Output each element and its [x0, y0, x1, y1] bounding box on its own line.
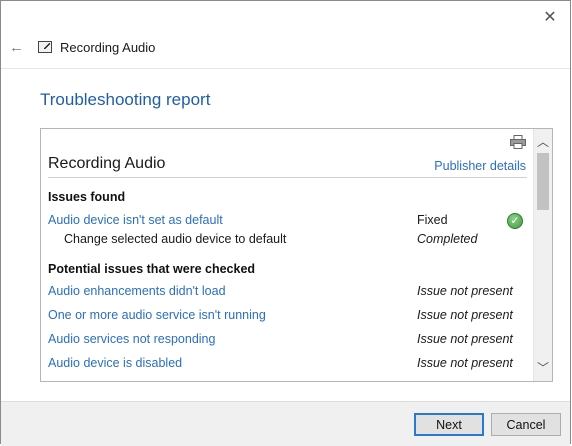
checked-issue-status: Issue not present [417, 284, 513, 298]
checked-issue-status: Issue not present [417, 356, 513, 370]
next-button[interactable]: Next [414, 413, 484, 436]
checked-issue-status: Issue not present [417, 308, 513, 322]
report-panel: Recording Audio Publisher details Issues… [40, 128, 553, 382]
page-title: Troubleshooting report [40, 90, 211, 109]
issue-action-label: Change selected audio device to default [64, 232, 287, 246]
checked-issue-link[interactable]: Audio services not responding [48, 332, 215, 346]
publisher-details-link[interactable]: Publisher details [434, 159, 526, 173]
header-divider [1, 68, 570, 69]
printer-icon[interactable] [510, 135, 526, 149]
issue-link[interactable]: Audio device isn't set as default [48, 213, 223, 227]
checked-issue-status: Issue not present [417, 332, 513, 346]
checked-issue-link[interactable]: Audio device is disabled [48, 356, 182, 370]
troubleshooter-window: ✕ ← Recording Audio Troubleshooting repo… [0, 0, 571, 446]
issue-status: Fixed [417, 213, 448, 227]
issues-found-title: Issues found [48, 190, 126, 204]
heading-divider [48, 177, 527, 178]
vertical-scrollbar[interactable]: ︿ ﹀ [533, 129, 552, 381]
close-icon[interactable]: ✕ [540, 7, 560, 27]
chevron-up-icon[interactable]: ︿ [534, 133, 552, 151]
window-title: Recording Audio [60, 40, 156, 55]
checked-issue-link[interactable]: One or more audio service isn't running [48, 308, 266, 322]
troubleshooter-app-icon [38, 41, 52, 53]
checked-issues-title: Potential issues that were checked [48, 262, 256, 276]
chevron-down-icon[interactable]: ﹀ [534, 359, 552, 377]
issue-action-status: Completed [417, 232, 478, 246]
back-arrow-icon[interactable]: ← [9, 39, 27, 57]
scrollbar-thumb[interactable] [537, 153, 549, 210]
report-heading: Recording Audio [48, 155, 166, 172]
checked-issue-link[interactable]: Audio enhancements didn't load [48, 284, 226, 298]
green-check-icon: ✓ [507, 213, 523, 229]
cancel-button[interactable]: Cancel [491, 413, 561, 436]
dialog-footer: Next Cancel [1, 401, 570, 446]
